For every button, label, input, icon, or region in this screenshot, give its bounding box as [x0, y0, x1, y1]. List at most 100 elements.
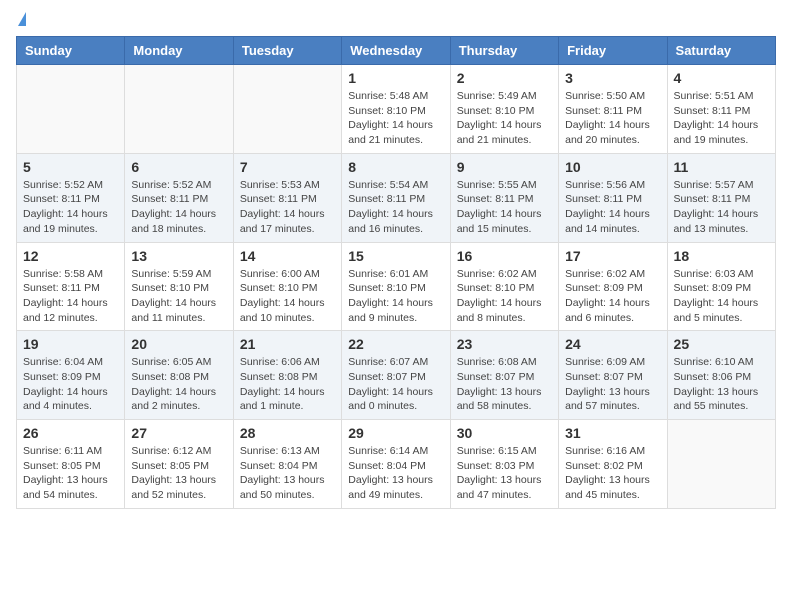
- weekday-header-monday: Monday: [125, 37, 233, 65]
- day-number: 6: [131, 159, 226, 175]
- calendar-cell: 26Sunrise: 6:11 AM Sunset: 8:05 PM Dayli…: [17, 420, 125, 509]
- calendar-cell: 15 Sunrise: 6:01 AM Sunset: 8:10 PM Dayli…: [342, 242, 450, 331]
- day-info: Sunrise: 6:10 AM Sunset: 8:06 PM Dayligh…: [674, 355, 769, 414]
- weekday-header-friday: Friday: [559, 37, 667, 65]
- calendar-cell: 6 Sunrise: 5:52 AM Sunset: 8:11 PM Daylig…: [125, 153, 233, 242]
- day-number: 16: [457, 248, 552, 264]
- calendar-week-row: 19 Sunrise: 6:04 AM Sunset: 8:09 PM Dayli…: [17, 331, 776, 420]
- logo: [16, 16, 26, 26]
- day-number: 25: [674, 336, 769, 352]
- calendar-cell: 13 Sunrise: 5:59 AM Sunset: 8:10 PM Dayli…: [125, 242, 233, 331]
- day-number: 13: [131, 248, 226, 264]
- day-number: 4: [674, 70, 769, 86]
- day-info: Sunrise: 5:58 AM Sunset: 8:11 PM Dayligh…: [23, 267, 118, 326]
- calendar-cell: 2 Sunrise: 5:49 AM Sunset: 8:10 PM Daylig…: [450, 65, 558, 154]
- calendar-week-row: 1 Sunrise: 5:48 AM Sunset: 8:10 PM Daylig…: [17, 65, 776, 154]
- day-number: 24: [565, 336, 660, 352]
- calendar-cell: 29 Sunrise: 6:14 AM Sunset: 8:04 PM Dayli…: [342, 420, 450, 509]
- day-info: Sunrise: 5:53 AM Sunset: 8:11 PM Dayligh…: [240, 178, 335, 237]
- day-info: Sunrise: 5:51 AM Sunset: 8:11 PM Dayligh…: [674, 89, 769, 148]
- day-info: Sunrise: 6:08 AM Sunset: 8:07 PM Dayligh…: [457, 355, 552, 414]
- calendar-cell: 31 Sunrise: 6:16 AM Sunset: 8:02 PM Dayli…: [559, 420, 667, 509]
- weekday-header-row: SundayMondayTuesdayWednesdayThursdayFrid…: [17, 37, 776, 65]
- calendar-cell: 27 Sunrise: 6:12 AM Sunset: 8:05 PM Dayli…: [125, 420, 233, 509]
- weekday-header-wednesday: Wednesday: [342, 37, 450, 65]
- calendar-cell: 18 Sunrise: 6:03 AM Sunset: 8:09 PM Dayli…: [667, 242, 775, 331]
- calendar-cell: 10Sunrise: 5:56 AM Sunset: 8:11 PM Dayli…: [559, 153, 667, 242]
- calendar-cell: 17 Sunrise: 6:02 AM Sunset: 8:09 PM Dayli…: [559, 242, 667, 331]
- day-number: 7: [240, 159, 335, 175]
- day-info: Sunrise: 6:03 AM Sunset: 8:09 PM Dayligh…: [674, 267, 769, 326]
- day-info: Sunrise: 5:57 AM Sunset: 8:11 PM Dayligh…: [674, 178, 769, 237]
- calendar-cell: [17, 65, 125, 154]
- calendar-week-row: 26Sunrise: 6:11 AM Sunset: 8:05 PM Dayli…: [17, 420, 776, 509]
- calendar-cell: 7 Sunrise: 5:53 AM Sunset: 8:11 PM Daylig…: [233, 153, 341, 242]
- day-number: 19: [23, 336, 118, 352]
- calendar-cell: 20 Sunrise: 6:05 AM Sunset: 8:08 PM Dayli…: [125, 331, 233, 420]
- calendar-cell: 24 Sunrise: 6:09 AM Sunset: 8:07 PM Dayli…: [559, 331, 667, 420]
- day-number: 29: [348, 425, 443, 441]
- calendar-cell: 3 Sunrise: 5:50 AM Sunset: 8:11 PM Daylig…: [559, 65, 667, 154]
- day-info: Sunrise: 6:02 AM Sunset: 8:09 PM Dayligh…: [565, 267, 660, 326]
- day-number: 12: [23, 248, 118, 264]
- calendar-cell: [233, 65, 341, 154]
- day-info: Sunrise: 6:02 AM Sunset: 8:10 PM Dayligh…: [457, 267, 552, 326]
- logo-triangle-icon: [18, 12, 26, 26]
- calendar-cell: 11 Sunrise: 5:57 AM Sunset: 8:11 PM Dayli…: [667, 153, 775, 242]
- day-info: Sunrise: 6:06 AM Sunset: 8:08 PM Dayligh…: [240, 355, 335, 414]
- day-info: Sunrise: 5:49 AM Sunset: 8:10 PM Dayligh…: [457, 89, 552, 148]
- day-number: 18: [674, 248, 769, 264]
- day-info: Sunrise: 6:05 AM Sunset: 8:08 PM Dayligh…: [131, 355, 226, 414]
- calendar-table: SundayMondayTuesdayWednesdayThursdayFrid…: [16, 36, 776, 509]
- day-info: Sunrise: 5:56 AM Sunset: 8:11 PM Dayligh…: [565, 178, 660, 237]
- weekday-header-tuesday: Tuesday: [233, 37, 341, 65]
- weekday-header-thursday: Thursday: [450, 37, 558, 65]
- day-info: Sunrise: 6:16 AM Sunset: 8:02 PM Dayligh…: [565, 444, 660, 503]
- weekday-header-sunday: Sunday: [17, 37, 125, 65]
- day-info: Sunrise: 6:04 AM Sunset: 8:09 PM Dayligh…: [23, 355, 118, 414]
- day-info: Sunrise: 6:07 AM Sunset: 8:07 PM Dayligh…: [348, 355, 443, 414]
- day-number: 21: [240, 336, 335, 352]
- day-info: Sunrise: 6:00 AM Sunset: 8:10 PM Dayligh…: [240, 267, 335, 326]
- day-info: Sunrise: 6:15 AM Sunset: 8:03 PM Dayligh…: [457, 444, 552, 503]
- calendar-cell: 8 Sunrise: 5:54 AM Sunset: 8:11 PM Daylig…: [342, 153, 450, 242]
- day-info: Sunrise: 6:09 AM Sunset: 8:07 PM Dayligh…: [565, 355, 660, 414]
- day-number: 22: [348, 336, 443, 352]
- day-number: 17: [565, 248, 660, 264]
- calendar-cell: 28 Sunrise: 6:13 AM Sunset: 8:04 PM Dayli…: [233, 420, 341, 509]
- day-info: Sunrise: 5:52 AM Sunset: 8:11 PM Dayligh…: [131, 178, 226, 237]
- day-number: 3: [565, 70, 660, 86]
- day-number: 31: [565, 425, 660, 441]
- calendar-cell: 23Sunrise: 6:08 AM Sunset: 8:07 PM Dayli…: [450, 331, 558, 420]
- calendar-week-row: 12 Sunrise: 5:58 AM Sunset: 8:11 PM Dayli…: [17, 242, 776, 331]
- calendar-cell: 21 Sunrise: 6:06 AM Sunset: 8:08 PM Dayli…: [233, 331, 341, 420]
- day-number: 2: [457, 70, 552, 86]
- day-number: 9: [457, 159, 552, 175]
- day-number: 11: [674, 159, 769, 175]
- day-number: 26: [23, 425, 118, 441]
- day-info: Sunrise: 5:55 AM Sunset: 8:11 PM Dayligh…: [457, 178, 552, 237]
- day-info: Sunrise: 5:50 AM Sunset: 8:11 PM Dayligh…: [565, 89, 660, 148]
- day-info: Sunrise: 6:12 AM Sunset: 8:05 PM Dayligh…: [131, 444, 226, 503]
- calendar-cell: 16 Sunrise: 6:02 AM Sunset: 8:10 PM Dayli…: [450, 242, 558, 331]
- day-info: Sunrise: 6:01 AM Sunset: 8:10 PM Dayligh…: [348, 267, 443, 326]
- day-info: Sunrise: 5:48 AM Sunset: 8:10 PM Dayligh…: [348, 89, 443, 148]
- day-info: Sunrise: 5:54 AM Sunset: 8:11 PM Dayligh…: [348, 178, 443, 237]
- day-number: 27: [131, 425, 226, 441]
- day-number: 28: [240, 425, 335, 441]
- day-number: 1: [348, 70, 443, 86]
- calendar-cell: 1 Sunrise: 5:48 AM Sunset: 8:10 PM Daylig…: [342, 65, 450, 154]
- day-number: 14: [240, 248, 335, 264]
- day-number: 20: [131, 336, 226, 352]
- page-header: [16, 16, 776, 26]
- day-info: Sunrise: 6:14 AM Sunset: 8:04 PM Dayligh…: [348, 444, 443, 503]
- calendar-cell: 14 Sunrise: 6:00 AM Sunset: 8:10 PM Dayli…: [233, 242, 341, 331]
- calendar-cell: 19 Sunrise: 6:04 AM Sunset: 8:09 PM Dayli…: [17, 331, 125, 420]
- day-info: Sunrise: 5:59 AM Sunset: 8:10 PM Dayligh…: [131, 267, 226, 326]
- day-number: 8: [348, 159, 443, 175]
- calendar-cell: 12 Sunrise: 5:58 AM Sunset: 8:11 PM Dayli…: [17, 242, 125, 331]
- day-info: Sunrise: 6:13 AM Sunset: 8:04 PM Dayligh…: [240, 444, 335, 503]
- day-number: 15: [348, 248, 443, 264]
- calendar-cell: 22 Sunrise: 6:07 AM Sunset: 8:07 PM Dayli…: [342, 331, 450, 420]
- calendar-cell: 9 Sunrise: 5:55 AM Sunset: 8:11 PM Daylig…: [450, 153, 558, 242]
